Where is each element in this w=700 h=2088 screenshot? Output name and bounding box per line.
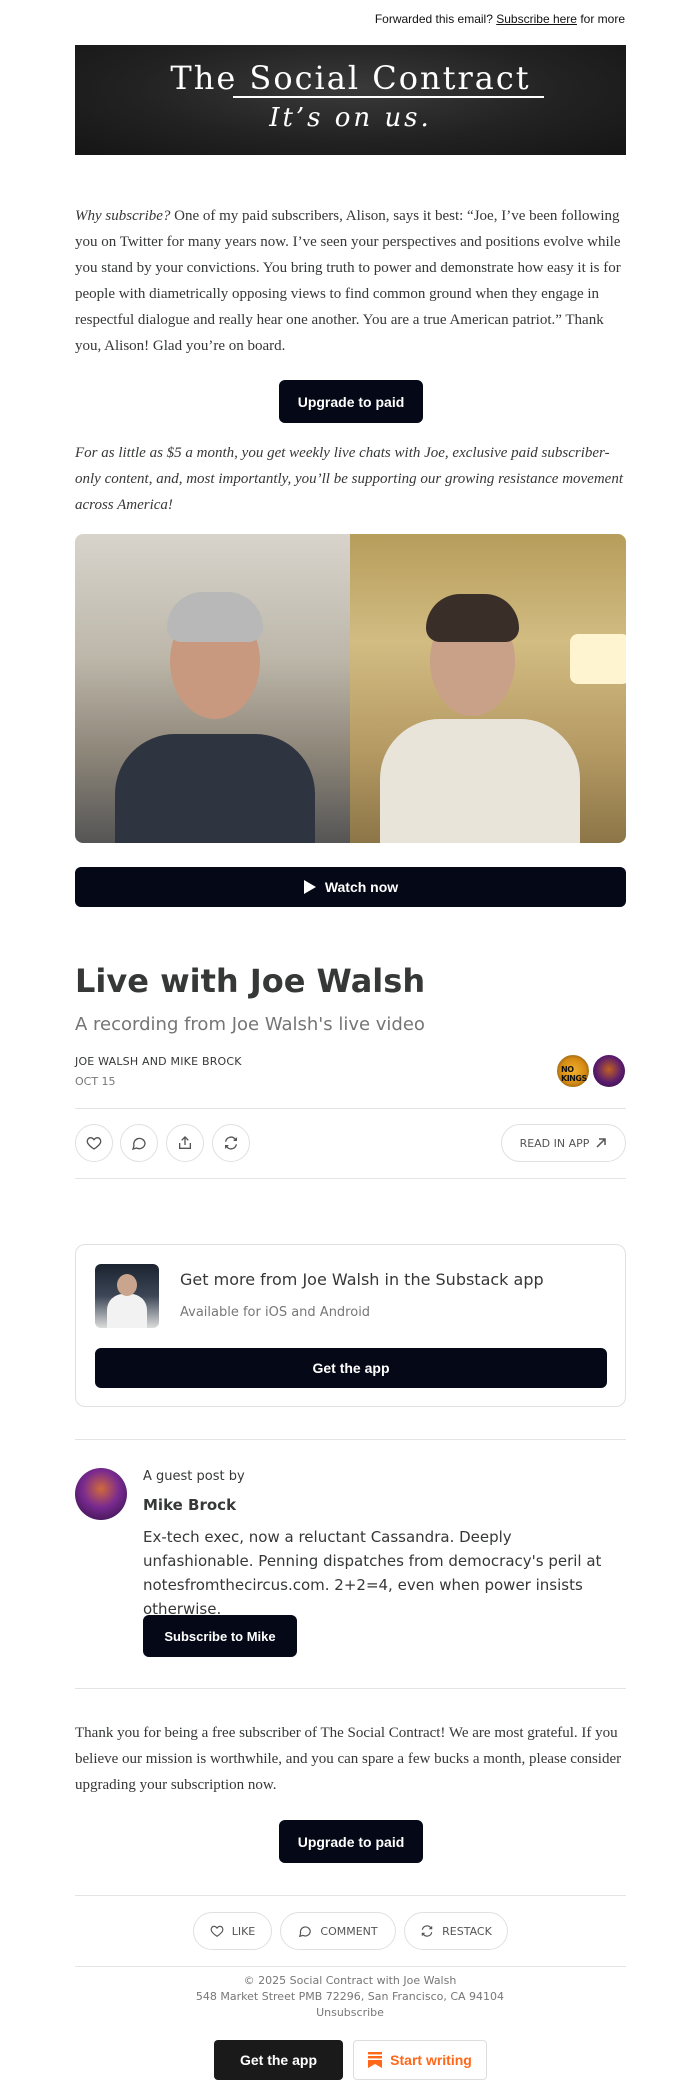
substack-app-card: Get more from Joe Walsh in the Substack … xyxy=(75,1244,626,1407)
comment-button[interactable] xyxy=(120,1124,158,1162)
divider xyxy=(75,1108,626,1109)
footer-comment-button[interactable]: COMMENT xyxy=(280,1912,396,1950)
speaker-right-body xyxy=(380,719,580,843)
divider xyxy=(75,1178,626,1179)
banner-title: The Social Contract xyxy=(170,59,531,97)
upgrade-to-paid-button[interactable]: Upgrade to paid xyxy=(279,380,423,423)
subscribe-to-mike-button[interactable]: Subscribe to Mike xyxy=(143,1615,297,1657)
video-thumbnail[interactable] xyxy=(75,534,626,843)
speaker-left-hair xyxy=(167,592,263,642)
get-the-app-button[interactable]: Get the app xyxy=(95,1348,607,1388)
forwarded-text: Forwarded this email? xyxy=(374,12,493,26)
joe-walsh-thumbnail xyxy=(95,1264,159,1328)
restack-icon xyxy=(225,1136,237,1150)
thumb-body xyxy=(107,1294,147,1328)
app-card-subtitle: Available for iOS and Android xyxy=(180,1305,371,1320)
restack-icon xyxy=(421,1925,433,1937)
banner-tagline: It’s on us. xyxy=(269,103,432,133)
intro-lead: Why subscribe? xyxy=(75,208,171,224)
share-icon xyxy=(179,1136,191,1149)
mike-brock-avatar[interactable] xyxy=(75,1468,127,1520)
like-button[interactable] xyxy=(75,1124,113,1162)
footer-restack-label: RESTACK xyxy=(442,1924,492,1938)
thumb-head xyxy=(117,1274,137,1296)
banner-divider xyxy=(233,96,544,98)
play-icon xyxy=(303,880,316,894)
guest-post-label: A guest post by xyxy=(143,1469,245,1484)
heart-icon xyxy=(86,1136,102,1150)
divider xyxy=(75,1439,626,1440)
post-authors[interactable]: JOE WALSH AND MIKE BROCK xyxy=(75,1055,242,1068)
share-button[interactable] xyxy=(166,1124,204,1162)
footer-restack-button[interactable]: RESTACK xyxy=(404,1912,508,1950)
app-card-title: Get more from Joe Walsh in the Substack … xyxy=(180,1270,544,1289)
upgrade-to-paid-button-bottom[interactable]: Upgrade to paid xyxy=(279,1820,423,1863)
divider xyxy=(75,1895,626,1896)
read-in-app-button[interactable]: READ IN APP xyxy=(501,1124,626,1162)
post-subtitle: A recording from Joe Walsh's live video xyxy=(75,1014,425,1035)
author-avatar-mike[interactable] xyxy=(593,1055,625,1087)
footer-copyright: © 2025 Social Contract with Joe Walsh xyxy=(243,1974,457,1987)
forwarded-notice: Forwarded this email? Subscribe here for… xyxy=(375,12,625,26)
footer-like-label: LIKE xyxy=(231,1924,256,1938)
footer-like-button[interactable]: LIKE xyxy=(193,1912,272,1950)
watch-now-label: Watch now xyxy=(324,879,399,895)
start-writing-label: Start writing xyxy=(390,2052,472,2068)
lamp-glow xyxy=(570,634,626,684)
intro-body: One of my paid subscribers, Alison, says… xyxy=(75,208,621,354)
arrow-up-right-icon xyxy=(596,1138,607,1148)
divider xyxy=(75,1966,626,1967)
footer-get-app-button[interactable]: Get the app xyxy=(214,2040,343,2080)
comment-icon xyxy=(132,1137,146,1150)
unsubscribe-link[interactable]: Unsubscribe xyxy=(0,2006,700,2019)
pitch-paragraph: For as little as $5 a month, you get wee… xyxy=(75,445,623,513)
subscribe-here-link[interactable]: Subscribe here xyxy=(496,12,577,26)
post-title[interactable]: Live with Joe Walsh xyxy=(75,962,425,1000)
closing-paragraph: Thank you for being a free subscriber of… xyxy=(75,1725,622,1793)
speaker-left-body xyxy=(115,734,315,843)
for-more-text: for more xyxy=(580,12,625,26)
post-date: OCT 15 xyxy=(75,1075,116,1088)
speaker-right-hair xyxy=(426,594,519,642)
publication-banner[interactable]: The Social Contract It’s on us. xyxy=(75,45,626,155)
footer-address: 548 Market Street PMB 72296, San Francis… xyxy=(195,1990,505,2003)
heart-icon xyxy=(210,1925,224,1937)
restack-button[interactable] xyxy=(212,1124,250,1162)
comment-icon xyxy=(299,1926,312,1938)
author-avatar-joe[interactable]: NO KINGS xyxy=(557,1055,589,1087)
read-in-app-label: READ IN APP xyxy=(519,1136,590,1150)
video-right-panel xyxy=(350,534,626,843)
divider xyxy=(75,1688,626,1689)
avatar-no-kings-text: NO KINGS xyxy=(561,1065,587,1083)
footer-comment-label: COMMENT xyxy=(320,1924,378,1938)
video-left-panel xyxy=(75,534,350,843)
substack-logo-icon xyxy=(368,2052,383,2068)
guest-author-bio: Ex-tech exec, now a reluctant Cassandra.… xyxy=(143,1528,602,1618)
intro-paragraph: Why subscribe? One of my paid subscriber… xyxy=(75,203,626,359)
guest-author-name[interactable]: Mike Brock xyxy=(143,1496,236,1514)
start-writing-button[interactable]: Start writing xyxy=(353,2040,487,2080)
watch-now-button[interactable]: Watch now xyxy=(75,867,626,907)
